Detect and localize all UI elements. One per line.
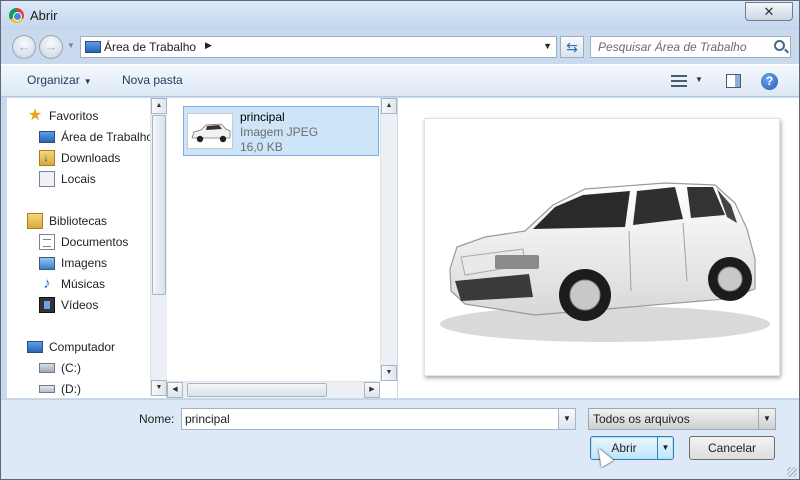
navigation-bar: ← → ▼ Área de Trabalho ▶ ▼ ⇆ Pesquisar Á…: [1, 31, 799, 63]
navigation-pane: ★ Favoritos Área de Trabalho Downloads Lo…: [7, 98, 167, 398]
open-options-dropdown-icon[interactable]: ▼: [657, 437, 673, 459]
sidebar-item-musicas[interactable]: ♪ Músicas: [39, 274, 105, 294]
sidebar-item-drive-d[interactable]: (D:): [39, 379, 81, 399]
star-icon: ★: [27, 107, 43, 124]
sidebar-item-label: Imagens: [61, 256, 108, 270]
file-name: principal: [240, 110, 285, 124]
file-list-horizontal-scrollbar[interactable]: ◀ ▶: [167, 381, 380, 398]
breadcrumb-chevron-icon[interactable]: ▶: [205, 40, 212, 51]
downloads-icon: [39, 150, 55, 166]
sidebar-item-label: Favoritos: [49, 109, 99, 123]
preview-pane: [398, 98, 799, 398]
close-button[interactable]: ✕: [745, 2, 793, 21]
chrome-icon: [9, 8, 24, 23]
address-bar[interactable]: Área de Trabalho ▶ ▼: [80, 36, 557, 58]
file-name-field[interactable]: principal: [181, 408, 559, 430]
organize-label: Organizar: [27, 73, 80, 87]
desktop-icon: [39, 131, 55, 143]
sidebar-item-favoritos[interactable]: ★ Favoritos: [27, 106, 99, 126]
resize-grip[interactable]: [787, 467, 797, 477]
file-type-filter[interactable]: Todos os arquivos ▼: [588, 408, 776, 430]
scroll-down-icon[interactable]: ▼: [381, 365, 397, 381]
chevron-down-icon: ▼: [83, 77, 92, 86]
scroll-up-icon[interactable]: ▲: [381, 98, 397, 114]
organize-button[interactable]: Organizar ▼: [27, 73, 92, 87]
scroll-left-icon[interactable]: ◀: [167, 382, 183, 398]
window-title: Abrir: [30, 8, 58, 23]
scroll-right-icon[interactable]: ▶: [364, 382, 380, 398]
list-item[interactable]: principal Imagem JPEG 16,0 KB: [183, 106, 379, 156]
scroll-down-icon[interactable]: ▼: [151, 380, 167, 396]
sidebar-item-locais[interactable]: Locais: [39, 169, 96, 189]
sidebar-item-label: Downloads: [61, 151, 121, 165]
file-name-dropdown-icon[interactable]: ▼: [558, 408, 576, 430]
file-name-value[interactable]: principal: [185, 412, 230, 426]
computer-icon: [27, 341, 43, 353]
sidebar-item-label: Computador: [49, 340, 116, 354]
music-icon: ♪: [43, 275, 51, 292]
cancel-button[interactable]: Cancelar: [689, 436, 775, 460]
open-file-dialog: Abrir ✕ ← → ▼ Área de Trabalho ▶ ▼ ⇆ Pes…: [0, 0, 800, 480]
file-name-label: Nome:: [139, 412, 175, 426]
documents-icon: [39, 234, 55, 250]
desktop-icon: [85, 41, 101, 53]
address-dropdown-icon[interactable]: ▼: [543, 41, 552, 51]
breadcrumb[interactable]: Área de Trabalho: [104, 40, 196, 54]
sidebar-scrollbar[interactable]: ▲ ▼: [150, 98, 167, 396]
sidebar-item-imagens[interactable]: Imagens: [39, 253, 107, 273]
sidebar-item-downloads[interactable]: Downloads: [39, 148, 120, 168]
sidebar-item-label: Área de Trabalho: [61, 130, 154, 144]
view-icon[interactable]: [671, 75, 687, 87]
search-placeholder: Pesquisar Área de Trabalho: [598, 40, 747, 54]
image-preview: [424, 118, 780, 376]
dialog-footer: Nome: principal ▼ Todos os arquivos ▼ Ab…: [1, 399, 799, 479]
sidebar-item-videos[interactable]: Vídeos: [39, 295, 98, 315]
sidebar-item-label: (C:): [61, 361, 81, 375]
sidebar-item-computador[interactable]: Computador: [27, 337, 115, 357]
file-list-scrollbar[interactable]: ▲ ▼: [380, 98, 397, 381]
back-button[interactable]: ←: [12, 35, 36, 59]
recent-places-icon: [39, 171, 55, 187]
drive-icon: [39, 385, 55, 393]
file-type-filter-value: Todos os arquivos: [593, 412, 690, 426]
car-preview-image: [440, 182, 770, 342]
file-type: Imagem JPEG: [240, 125, 319, 139]
search-input[interactable]: Pesquisar Área de Trabalho: [590, 36, 791, 58]
scrollbar-thumb[interactable]: [187, 383, 327, 397]
sidebar-item-label: Vídeos: [61, 298, 99, 312]
file-size: 16,0 KB: [240, 140, 283, 154]
library-icon: [27, 213, 43, 229]
sidebar-item-bibliotecas[interactable]: Bibliotecas: [27, 211, 107, 231]
forward-button[interactable]: →: [39, 35, 63, 59]
new-folder-button[interactable]: Nova pasta: [122, 73, 183, 87]
command-bar: Organizar ▼ Nova pasta ▼ ?: [1, 64, 799, 97]
sidebar-item-label: Documentos: [61, 235, 129, 249]
sidebar-item-documentos[interactable]: Documentos: [39, 232, 128, 252]
car-thumbnail-image: [191, 123, 231, 143]
scroll-up-icon[interactable]: ▲: [151, 98, 167, 114]
pictures-icon: [39, 256, 55, 270]
file-list: principal Imagem JPEG 16,0 KB ▲ ▼: [167, 98, 397, 398]
preview-pane-icon[interactable]: [726, 74, 741, 88]
drive-icon: [39, 363, 55, 373]
sidebar-item-drive-c[interactable]: (C:): [39, 358, 81, 378]
videos-icon: [39, 297, 55, 313]
view-dropdown-icon[interactable]: ▼: [695, 75, 703, 84]
scrollbar-thumb[interactable]: [152, 115, 166, 295]
sidebar-item-label: Locais: [61, 172, 96, 186]
sidebar-item-label: Bibliotecas: [49, 214, 108, 228]
refresh-button[interactable]: ⇆: [560, 36, 584, 58]
file-thumbnail: [187, 113, 233, 149]
sidebar-item-area-de-trabalho[interactable]: Área de Trabalho: [39, 127, 153, 147]
help-icon[interactable]: ?: [761, 73, 778, 90]
sidebar-item-label: Músicas: [61, 277, 106, 291]
search-icon[interactable]: [774, 40, 785, 51]
sidebar-item-label: (D:): [61, 382, 81, 396]
recent-locations-dropdown[interactable]: ▼: [67, 41, 75, 50]
chevron-down-icon[interactable]: ▼: [758, 409, 775, 429]
title-bar: Abrir ✕: [1, 1, 799, 29]
